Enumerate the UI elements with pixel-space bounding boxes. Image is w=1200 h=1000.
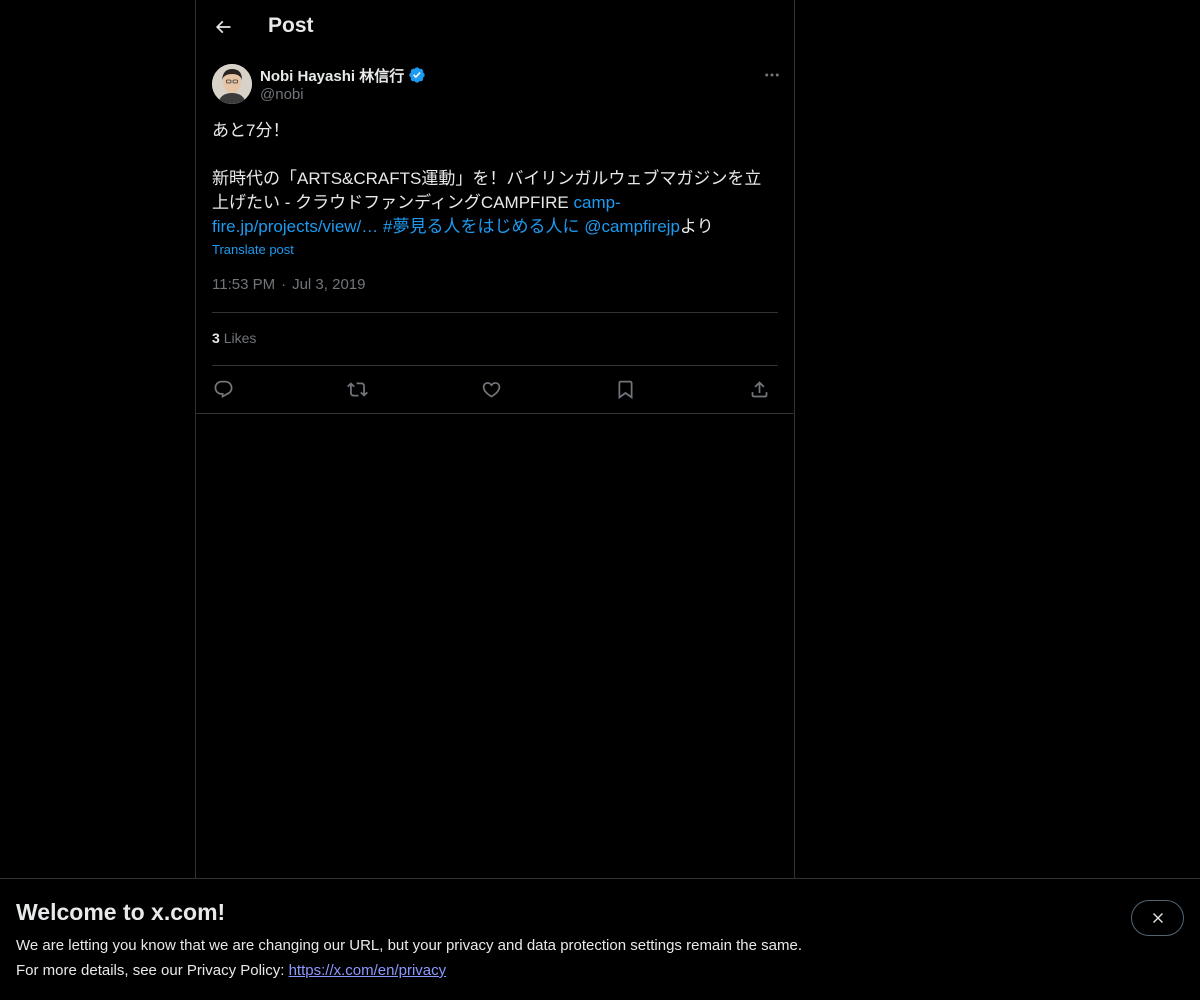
avatar-image <box>212 64 252 104</box>
banner-privacy-prefix: For more details, see our Privacy Policy… <box>16 962 289 979</box>
arrow-left-icon <box>215 20 231 34</box>
post-text-body: 新時代の「ARTS&CRAFTS運動」を！バイリンガルウェブマガジンを立上げたい… <box>212 169 762 212</box>
post-time[interactable]: 11:53 PM <box>212 276 275 293</box>
reply-icon <box>214 380 232 398</box>
header: Post <box>196 0 794 53</box>
timestamp[interactable]: 11:53 PM · Jul 3, 2019 <box>212 276 365 293</box>
author-name-row[interactable]: Nobi Hayashi 林信行 <box>260 65 426 85</box>
bookmark-icon <box>618 380 632 399</box>
like-icon <box>482 381 500 398</box>
likes-count: 3 <box>212 330 220 346</box>
mention-link[interactable]: @campfirejp <box>584 217 680 236</box>
privacy-policy-link[interactable]: https://x.com/en/privacy <box>289 962 447 979</box>
divider <box>212 365 778 366</box>
post-text-line1: あと7分！ <box>212 121 290 140</box>
post-date[interactable]: Jul 3, 2019 <box>292 276 365 293</box>
more-options-button[interactable] <box>760 63 784 87</box>
more-horizontal-icon <box>765 73 779 77</box>
post-text: あと7分！ 新時代の「ARTS&CRAFTS運動」を！バイリンガルウェブマガジン… <box>212 119 778 239</box>
reply-button[interactable] <box>208 376 238 402</box>
handle[interactable]: @nobi <box>260 86 304 103</box>
translate-post-link[interactable]: Translate post <box>212 242 294 257</box>
display-name[interactable]: Nobi Hayashi 林信行 <box>260 65 404 86</box>
repost-icon <box>346 381 368 397</box>
post-text-suffix: より <box>679 217 714 236</box>
likes-label: Likes <box>223 330 257 346</box>
page-title: Post <box>268 14 314 37</box>
timestamp-separator: · <box>281 276 287 293</box>
share-button[interactable] <box>744 376 774 402</box>
post: Nobi Hayashi 林信行 @nobi あと7分！ 新時代の「ARTS&C… <box>196 53 794 414</box>
banner-message: We are letting you know that we are chan… <box>16 937 802 954</box>
bookmark-button[interactable] <box>610 376 640 402</box>
close-banner-button[interactable] <box>1131 900 1184 936</box>
welcome-banner: Welcome to x.com! We are letting you kno… <box>0 878 1200 1000</box>
share-icon <box>751 380 767 397</box>
verified-badge-icon <box>409 67 425 83</box>
back-button[interactable] <box>206 10 240 44</box>
close-icon <box>1152 913 1163 923</box>
divider <box>212 312 778 313</box>
banner-privacy-line: For more details, see our Privacy Policy… <box>16 962 446 979</box>
main-column: Post Nobi Hayashi 林信行 @nobi あと7分！ 新時代の「A… <box>195 0 795 1000</box>
hashtag-link[interactable]: #夢見る人をはじめる人に <box>383 217 579 236</box>
repost-button[interactable] <box>342 376 372 402</box>
likes-stat[interactable]: 3 Likes <box>212 330 256 346</box>
action-bar <box>212 376 778 402</box>
like-button[interactable] <box>476 376 506 402</box>
banner-title: Welcome to x.com! <box>16 899 226 925</box>
avatar[interactable] <box>212 64 252 104</box>
